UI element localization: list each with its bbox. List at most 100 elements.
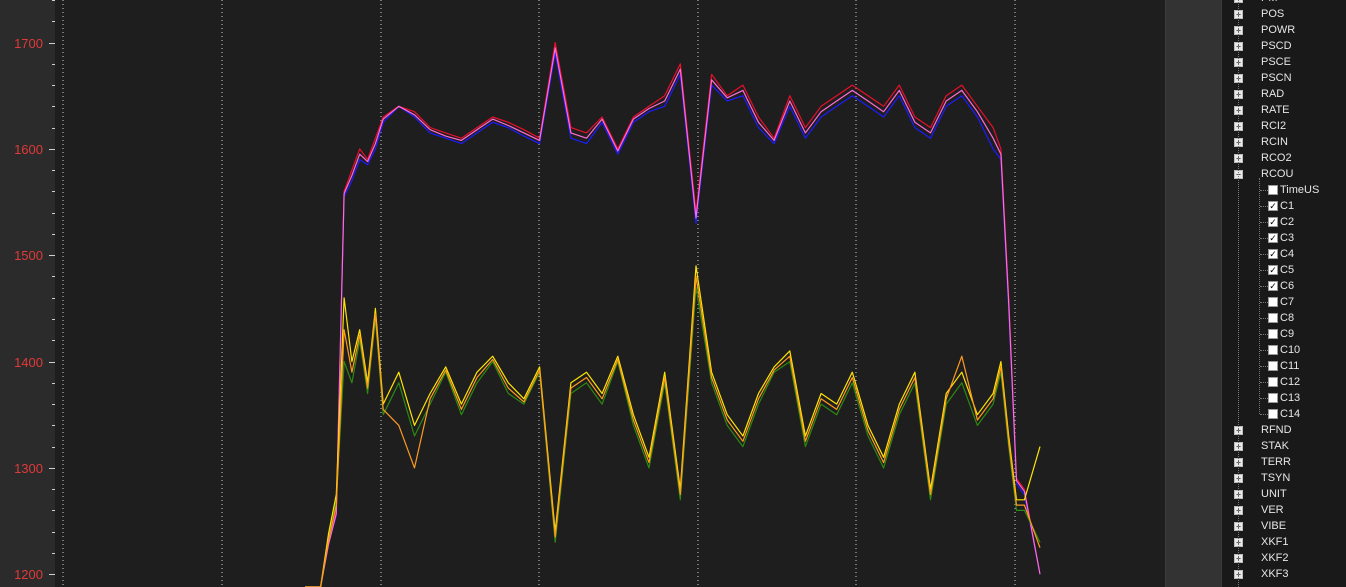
tree-node-pscn[interactable]: + PSCN	[1222, 70, 1346, 86]
checkbox-unchecked[interactable]	[1268, 297, 1278, 307]
checkbox-unchecked[interactable]	[1268, 185, 1278, 195]
tree-node-label: STAK	[1261, 440, 1289, 452]
tree-node-c5[interactable]: ✓ C5	[1222, 262, 1346, 278]
tree-connector	[1260, 334, 1268, 335]
tree-node-stak[interactable]: + STAK	[1222, 438, 1346, 454]
tree-node-label: RCOU	[1261, 168, 1294, 180]
checkbox-checked[interactable]: ✓	[1268, 217, 1278, 227]
y-tick-label-1200: 1200	[14, 567, 43, 583]
tree-node-c6[interactable]: ✓ C6	[1222, 278, 1346, 294]
checkbox-unchecked[interactable]	[1268, 345, 1278, 355]
tree-node-label: PSCE	[1261, 56, 1291, 68]
tree-node-powr[interactable]: + POWR	[1222, 22, 1346, 38]
tree-node-unit[interactable]: + UNIT	[1222, 486, 1346, 502]
tree-connector	[1260, 398, 1268, 399]
tree-connector	[1260, 350, 1268, 351]
tree-node-label: POWR	[1261, 24, 1296, 36]
series-line-6	[305, 275, 1041, 587]
tree-node-label: RCO2	[1261, 152, 1292, 164]
checkbox-unchecked[interactable]	[1268, 361, 1278, 371]
tree-node-label: RCI2	[1261, 120, 1287, 132]
tree-node-ver[interactable]: + VER	[1222, 502, 1346, 518]
tree-node-c7[interactable]: C7	[1222, 294, 1346, 310]
tree-node-xkf1[interactable]: + XKF1	[1222, 534, 1346, 550]
tree-node-pos[interactable]: + POS	[1222, 6, 1346, 22]
tree-child-label: C13	[1280, 392, 1301, 404]
checkbox-checked[interactable]: ✓	[1268, 249, 1278, 259]
tree-node-rcou[interactable]: − RCOU	[1222, 166, 1346, 182]
tree-child-label: C9	[1280, 328, 1295, 340]
tree-node-c11[interactable]: C11	[1222, 358, 1346, 374]
tree-node-vibe[interactable]: + VIBE	[1222, 518, 1346, 534]
tree-node-label: XKF3	[1261, 568, 1289, 580]
tree-node-c9[interactable]: C9	[1222, 326, 1346, 342]
checkbox-checked[interactable]: ✓	[1268, 281, 1278, 291]
series-line-2	[305, 52, 1041, 587]
tree-node-xkf3[interactable]: + XKF3	[1222, 566, 1346, 582]
tree-node-rcin[interactable]: + RCIN	[1222, 134, 1346, 150]
field-tree[interactable]: +PM+POS+POWR+PSCD+PSCE+PSCN+RAD+RATE+RCI…	[1221, 0, 1346, 587]
tree-connector	[1260, 382, 1268, 383]
tree-connector	[1260, 190, 1268, 191]
tree-child-label: C1	[1280, 200, 1295, 212]
tree-node-label: RAD	[1261, 88, 1285, 100]
tree-node-c4[interactable]: ✓ C4	[1222, 246, 1346, 262]
tree-node-c3[interactable]: ✓ C3	[1222, 230, 1346, 246]
tree-connector	[1260, 302, 1268, 303]
checkbox-checked[interactable]: ✓	[1268, 201, 1278, 211]
checkbox-unchecked[interactable]	[1268, 377, 1278, 387]
tree-node-label: PSCD	[1261, 40, 1292, 52]
tree-node-terr[interactable]: + TERR	[1222, 454, 1346, 470]
tree-child-label: C5	[1280, 264, 1295, 276]
tree-node-c1[interactable]: ✓ C1	[1222, 198, 1346, 214]
tree-child-label: TimeUS	[1280, 184, 1320, 196]
tree-node-c8[interactable]: C8	[1222, 310, 1346, 326]
checkbox-checked[interactable]: ✓	[1268, 265, 1278, 275]
tree-node-pscd[interactable]: + PSCD	[1222, 38, 1346, 54]
tree-node-label: PSCN	[1261, 72, 1292, 84]
tree-node-label: UNIT	[1261, 488, 1287, 500]
tree-node-c13[interactable]: C13	[1222, 390, 1346, 406]
tree-connector	[1260, 270, 1268, 271]
tree-node-rate[interactable]: + RATE	[1222, 102, 1346, 118]
tree-connector	[1260, 366, 1268, 367]
tree-node-rci2[interactable]: + RCI2	[1222, 118, 1346, 134]
checkbox-checked[interactable]: ✓	[1268, 233, 1278, 243]
tree-node-label: VIBE	[1261, 520, 1287, 532]
tree-child-label: C10	[1280, 344, 1301, 356]
tree-node-label: VER	[1261, 504, 1284, 516]
tree-connector	[1260, 238, 1268, 239]
tree-node-c14[interactable]: C14	[1222, 406, 1346, 422]
y-axis: 1700 1600 1500 1400 1300 1200	[0, 0, 55, 587]
tree-child-label: C4	[1280, 248, 1295, 260]
tree-connector	[1260, 414, 1268, 415]
tree-child-label: C6	[1280, 280, 1295, 292]
tree-connector	[1260, 254, 1268, 255]
line-chart	[62, 0, 1041, 587]
tree-node-rco2[interactable]: + RCO2	[1222, 150, 1346, 166]
checkbox-unchecked[interactable]	[1268, 393, 1278, 403]
tree-node-c10[interactable]: C10	[1222, 342, 1346, 358]
tree-connector	[1260, 206, 1268, 207]
tree-node-rfnd[interactable]: + RFND	[1222, 422, 1346, 438]
tree-connector	[1260, 286, 1268, 287]
scrollbar-gutter	[1165, 0, 1222, 587]
checkbox-unchecked[interactable]	[1268, 329, 1278, 339]
checkbox-unchecked[interactable]	[1268, 313, 1278, 323]
tree-node-label: XKF1	[1261, 536, 1289, 548]
tree-node-psce[interactable]: + PSCE	[1222, 54, 1346, 70]
tree-vertical-connector	[1259, 178, 1260, 414]
tree-node-c12[interactable]: C12	[1222, 374, 1346, 390]
tree-node-label: TSYN	[1261, 472, 1291, 484]
tree-node-rad[interactable]: + RAD	[1222, 86, 1346, 102]
checkbox-unchecked[interactable]	[1268, 409, 1278, 419]
tree-node-label: TERR	[1261, 456, 1291, 468]
tree-node-tsyn[interactable]: + TSYN	[1222, 470, 1346, 486]
tree-child-label: C12	[1280, 376, 1301, 388]
plot-area[interactable]	[55, 0, 1165, 587]
tree-node-c2[interactable]: ✓ C2	[1222, 214, 1346, 230]
tree-node-timeus[interactable]: TimeUS	[1222, 182, 1346, 198]
tree-node-label: XKF2	[1261, 552, 1289, 564]
tree-node-xkf2[interactable]: + XKF2	[1222, 550, 1346, 566]
tree-node-label: POS	[1261, 8, 1285, 20]
